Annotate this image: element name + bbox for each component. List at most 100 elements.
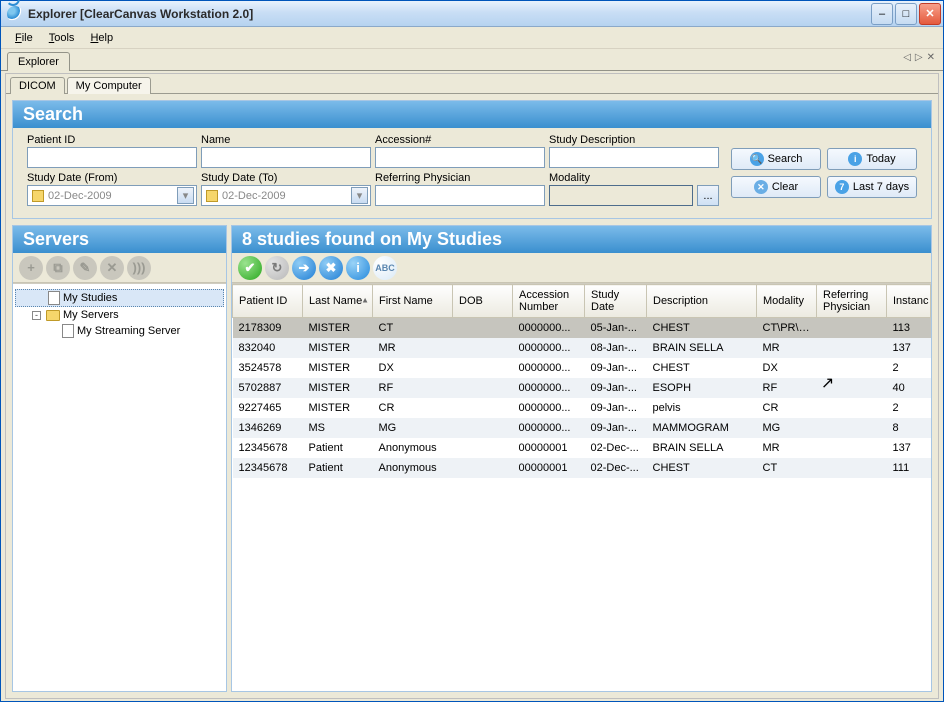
table-row[interactable]: 12345678PatientAnonymous0000000102-Dec-.…	[233, 458, 931, 478]
server-icon	[62, 324, 74, 338]
close-button[interactable]: ✕	[919, 3, 941, 25]
cell-desc: CHEST	[647, 358, 757, 378]
cell-inst: 111	[887, 458, 931, 478]
table-row[interactable]: 3524578MISTERDX0000000...09-Jan-...CHEST…	[233, 358, 931, 378]
column-header[interactable]: Patient ID	[233, 285, 303, 318]
open-study-button[interactable]: ✔	[238, 256, 262, 280]
cell-ref	[817, 358, 887, 378]
tab-next-icon[interactable]: ▷	[915, 52, 923, 63]
cell-ln: Patient	[303, 438, 373, 458]
column-header[interactable]: Instanc	[887, 285, 931, 318]
modality-input[interactable]	[549, 185, 693, 206]
calendar-icon	[206, 190, 218, 202]
cell-mod: MR	[757, 438, 817, 458]
cell-acc: 0000000...	[513, 358, 585, 378]
servers-heading: Servers	[13, 226, 226, 253]
table-row[interactable]: 832040MISTERMR0000000...08-Jan-...BRAIN …	[233, 338, 931, 358]
results-table-wrap[interactable]: Patient IDLast Name▲First NameDOBAccessi…	[232, 283, 931, 691]
study-desc-input[interactable]	[549, 147, 719, 168]
search-button[interactable]: 🔍Search	[731, 148, 821, 170]
column-header[interactable]: DOB	[453, 285, 513, 318]
ref-phys-input[interactable]	[375, 185, 545, 206]
label-patient-id: Patient ID	[27, 134, 197, 146]
cell-pid: 1346269	[233, 418, 303, 438]
column-header[interactable]: Last Name▲	[303, 285, 373, 318]
app-window: Explorer [ClearCanvas Workstation 2.0] –…	[0, 0, 944, 702]
cell-inst: 8	[887, 418, 931, 438]
cell-mod: DX	[757, 358, 817, 378]
tree-node-streaming-server[interactable]: My Streaming Server	[15, 323, 224, 339]
results-pane: 8 studies found on My Studies ✔ ↻ ➔ ✖ i …	[231, 225, 932, 692]
tab-my-computer[interactable]: My Computer	[67, 77, 151, 94]
server-delete-button[interactable]: ✕	[100, 256, 124, 280]
cell-inst: 40	[887, 378, 931, 398]
cell-inst: 2	[887, 398, 931, 418]
explorer-content: DICOM My Computer Search Patient ID Name…	[5, 73, 939, 699]
table-row[interactable]: 9227465MISTERCR0000000...09-Jan-...pelvi…	[233, 398, 931, 418]
maximize-button[interactable]: □	[895, 3, 917, 25]
table-header-row: Patient IDLast Name▲First NameDOBAccessi…	[233, 285, 931, 318]
cell-date: 02-Dec-...	[585, 438, 647, 458]
server-add-button[interactable]: +	[19, 256, 43, 280]
patient-id-input[interactable]	[27, 147, 197, 168]
server-group-button[interactable]: ⧉	[46, 256, 70, 280]
cell-dob	[453, 358, 513, 378]
column-header[interactable]: Accession Number	[513, 285, 585, 318]
tab-close-icon[interactable]: ✕	[927, 52, 935, 63]
date-to-picker[interactable]: 02-Dec-2009▾	[201, 185, 371, 206]
column-header[interactable]: Description	[647, 285, 757, 318]
cell-ref	[817, 378, 887, 398]
menu-help[interactable]: Help	[84, 30, 119, 46]
send-button[interactable]: ➔	[292, 256, 316, 280]
chevron-down-icon[interactable]: ▾	[177, 187, 194, 204]
column-header[interactable]: First Name	[373, 285, 453, 318]
cell-ref	[817, 418, 887, 438]
menu-tools[interactable]: Tools	[43, 30, 81, 46]
anonymize-button[interactable]: ABC	[373, 256, 397, 280]
search-panel: Search Patient ID Name Accession# Study …	[12, 100, 932, 219]
retrieve-button[interactable]: ↻	[265, 256, 289, 280]
cell-ln: MISTER	[303, 358, 373, 378]
table-row[interactable]: 2178309MISTERCT0000000...05-Jan-...CHEST…	[233, 318, 931, 338]
results-table: Patient IDLast Name▲First NameDOBAccessi…	[232, 284, 931, 478]
table-row[interactable]: 12345678PatientAnonymous0000000102-Dec-.…	[233, 438, 931, 458]
server-verify-button[interactable]: )))	[127, 256, 151, 280]
tab-explorer[interactable]: Explorer	[7, 52, 70, 71]
cell-pid: 3524578	[233, 358, 303, 378]
last-7-days-button[interactable]: 7Last 7 days	[827, 176, 917, 198]
tab-dicom[interactable]: DICOM	[10, 77, 65, 94]
accession-input[interactable]	[375, 147, 545, 168]
table-row[interactable]: 5702887MISTERRF0000000...09-Jan-...ESOPH…	[233, 378, 931, 398]
cell-inst: 2	[887, 358, 931, 378]
label-modality: Modality	[549, 172, 719, 184]
minimize-button[interactable]: –	[871, 3, 893, 25]
cell-date: 05-Jan-...	[585, 318, 647, 338]
tab-prev-icon[interactable]: ◁	[903, 52, 911, 63]
cell-fn: Anonymous	[373, 438, 453, 458]
date-from-picker[interactable]: 02-Dec-2009▾	[27, 185, 197, 206]
cell-ln: MISTER	[303, 318, 373, 338]
results-heading: 8 studies found on My Studies	[232, 226, 931, 253]
chevron-down-icon[interactable]: ▾	[351, 187, 368, 204]
tree-node-my-servers[interactable]: -My Servers	[15, 308, 224, 322]
modality-picker-button[interactable]: ...	[697, 185, 719, 206]
column-header[interactable]: Modality	[757, 285, 817, 318]
folder-icon	[46, 310, 60, 321]
label-study-desc: Study Description	[549, 134, 719, 146]
column-header[interactable]: Referring Physician	[817, 285, 887, 318]
info-button[interactable]: i	[346, 256, 370, 280]
app-icon	[7, 6, 23, 22]
title-bar[interactable]: Explorer [ClearCanvas Workstation 2.0] –…	[1, 1, 943, 27]
clear-button[interactable]: ✕Clear	[731, 176, 821, 198]
cell-date: 08-Jan-...	[585, 338, 647, 358]
table-row[interactable]: 1346269MSMG0000000...09-Jan-...MAMMOGRAM…	[233, 418, 931, 438]
name-input[interactable]	[201, 147, 371, 168]
delete-study-button[interactable]: ✖	[319, 256, 343, 280]
tree-node-my-studies[interactable]: My Studies	[15, 289, 224, 307]
collapse-icon[interactable]: -	[32, 311, 41, 320]
servers-tree[interactable]: My Studies -My Servers My Streaming Serv…	[13, 283, 226, 691]
column-header[interactable]: Study Date	[585, 285, 647, 318]
today-button[interactable]: iToday	[827, 148, 917, 170]
server-edit-button[interactable]: ✎	[73, 256, 97, 280]
menu-file[interactable]: File	[9, 30, 39, 46]
